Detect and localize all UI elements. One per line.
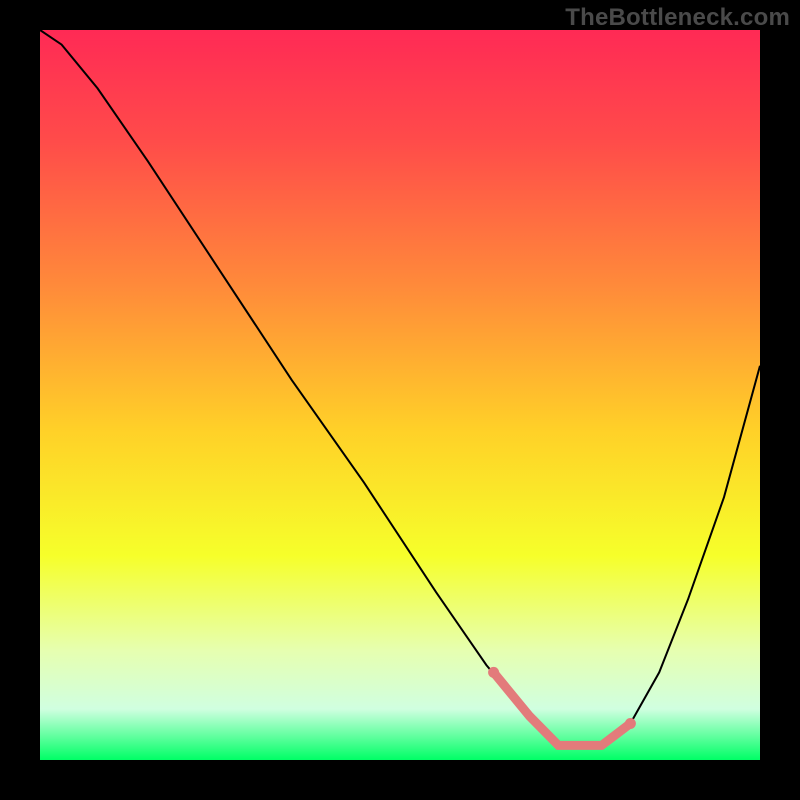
gradient-background bbox=[40, 30, 760, 760]
plot-area bbox=[40, 30, 760, 760]
chart-frame: TheBottleneck.com bbox=[0, 0, 800, 800]
watermark-text: TheBottleneck.com bbox=[565, 4, 790, 32]
plot-svg bbox=[40, 30, 760, 760]
optimal-range-start-dot bbox=[488, 667, 499, 678]
optimal-range-end-dot bbox=[625, 718, 636, 729]
